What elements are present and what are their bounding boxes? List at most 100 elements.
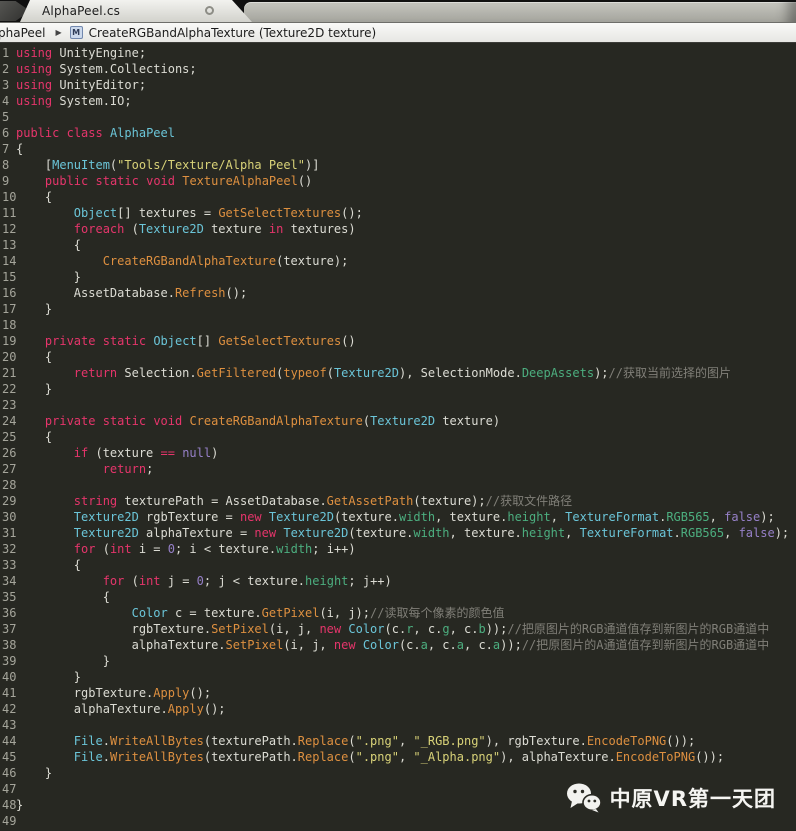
- code-line: 38 alphaTexture.SetPixel(i, j, new Color…: [0, 637, 796, 653]
- code-line: 15 }: [0, 269, 796, 285]
- code-line: 40 }: [0, 669, 796, 685]
- code-line: 34 for (int j = 0; j < texture.height; j…: [0, 573, 796, 589]
- navigation-bar: phaPeel ▶ M CreateRGBandAlphaTexture (Te…: [0, 22, 796, 43]
- code-line: 33 {: [0, 557, 796, 573]
- line-number: 16: [0, 285, 16, 301]
- line-number: 3: [0, 77, 16, 93]
- code-line: 21 return Selection.GetFiltered(typeof(T…: [0, 365, 796, 381]
- code-line: 39 }: [0, 653, 796, 669]
- line-number: 14: [0, 253, 16, 269]
- code-line: 14 CreateRGBandAlphaTexture(texture);: [0, 253, 796, 269]
- code-line: 16 AssetDatabase.Refresh();: [0, 285, 796, 301]
- code-line: 6public class AlphaPeel: [0, 125, 796, 141]
- code-line: 5: [0, 109, 796, 125]
- line-number: 8: [0, 157, 16, 173]
- code-line: 23: [0, 397, 796, 413]
- code-line: 27 return;: [0, 461, 796, 477]
- code-line: 41 rgbTexture.Apply();: [0, 685, 796, 701]
- line-number: 17: [0, 301, 16, 317]
- code-line: 37 rgbTexture.SetPixel(i, j, new Color(c…: [0, 621, 796, 637]
- code-editor[interactable]: 1using UnityEngine;2using System.Collect…: [0, 43, 796, 831]
- line-number: 37: [0, 621, 16, 637]
- line-number: 28: [0, 477, 16, 493]
- code-line: 29 string texturePath = AssetDatabase.Ge…: [0, 493, 796, 509]
- code-line: 35 {: [0, 589, 796, 605]
- line-number: 29: [0, 493, 16, 509]
- line-number: 34: [0, 573, 16, 589]
- line-number: 5: [0, 109, 16, 125]
- tab-alphapeel[interactable]: AlphaPeel.cs: [20, 0, 252, 22]
- code-line: 46 }: [0, 765, 796, 781]
- tab-well-background: [244, 2, 796, 22]
- line-number: 41: [0, 685, 16, 701]
- breadcrumb-class-dropdown[interactable]: phaPeel: [0, 26, 45, 40]
- code-line: 9 public static void TextureAlphaPeel(): [0, 173, 796, 189]
- tab-bar: AlphaPeel.cs: [0, 0, 796, 22]
- line-number: 49: [0, 813, 16, 829]
- wechat-icon: [566, 782, 602, 813]
- line-number: 42: [0, 701, 16, 717]
- line-number: 31: [0, 525, 16, 541]
- method-icon: M: [70, 26, 83, 39]
- code-lines: 1using UnityEngine;2using System.Collect…: [0, 45, 796, 829]
- line-number: 10: [0, 189, 16, 205]
- line-number: 11: [0, 205, 16, 221]
- tab-modified-indicator-icon[interactable]: [205, 6, 214, 15]
- line-number: 40: [0, 669, 16, 685]
- breadcrumb-member-dropdown[interactable]: CreateRGBandAlphaTexture (Texture2D text…: [89, 26, 377, 40]
- line-number: 9: [0, 173, 16, 189]
- code-line: 19 private static Object[] GetSelectText…: [0, 333, 796, 349]
- line-number: 46: [0, 765, 16, 781]
- code-line: 13 {: [0, 237, 796, 253]
- line-number: 13: [0, 237, 16, 253]
- code-line: 7{: [0, 141, 796, 157]
- watermark-text: 中原VR第一天团: [610, 783, 776, 813]
- line-number: 6: [0, 125, 16, 141]
- line-number: 27: [0, 461, 16, 477]
- code-line: 30 Texture2D rgbTexture = new Texture2D(…: [0, 509, 796, 525]
- code-line: 11 Object[] textures = GetSelectTextures…: [0, 205, 796, 221]
- line-number: 26: [0, 445, 16, 461]
- code-line: 28: [0, 477, 796, 493]
- line-number: 36: [0, 605, 16, 621]
- code-line: 45 File.WriteAllBytes(texturePath.Replac…: [0, 749, 796, 765]
- line-number: 43: [0, 717, 16, 733]
- line-number: 22: [0, 381, 16, 397]
- code-line: 24 private static void CreateRGBandAlpha…: [0, 413, 796, 429]
- code-line: 42 alphaTexture.Apply();: [0, 701, 796, 717]
- breadcrumb-separator-arrow-icon: ▶: [55, 28, 61, 37]
- code-line: 43: [0, 717, 796, 733]
- watermark: 中原VR第一天团: [566, 782, 776, 813]
- code-line: 22 }: [0, 381, 796, 397]
- line-number: 48: [0, 797, 16, 813]
- line-number: 12: [0, 221, 16, 237]
- code-line: 49: [0, 813, 796, 829]
- line-number: 19: [0, 333, 16, 349]
- code-line: 10 {: [0, 189, 796, 205]
- line-number: 25: [0, 429, 16, 445]
- tab-label: AlphaPeel.cs: [20, 4, 120, 18]
- line-number: 15: [0, 269, 16, 285]
- code-line: 32 for (int i = 0; i < texture.width; i+…: [0, 541, 796, 557]
- line-number: 1: [0, 45, 16, 61]
- code-line: 3using UnityEditor;: [0, 77, 796, 93]
- line-number: 20: [0, 349, 16, 365]
- line-number: 39: [0, 653, 16, 669]
- line-number: 32: [0, 541, 16, 557]
- line-number: 21: [0, 365, 16, 381]
- line-number: 33: [0, 557, 16, 573]
- code-line: 17 }: [0, 301, 796, 317]
- code-line: 12 foreach (Texture2D texture in texture…: [0, 221, 796, 237]
- code-line: 2using System.Collections;: [0, 61, 796, 77]
- code-line: 36 Color c = texture.GetPixel(i, j);//读取…: [0, 605, 796, 621]
- line-number: 24: [0, 413, 16, 429]
- code-line: 44 File.WriteAllBytes(texturePath.Replac…: [0, 733, 796, 749]
- line-number: 44: [0, 733, 16, 749]
- line-number: 47: [0, 781, 16, 797]
- line-number: 23: [0, 397, 16, 413]
- code-line: 20 {: [0, 349, 796, 365]
- line-number: 2: [0, 61, 16, 77]
- code-line: 26 if (texture == null): [0, 445, 796, 461]
- line-number: 7: [0, 141, 16, 157]
- line-number: 38: [0, 637, 16, 653]
